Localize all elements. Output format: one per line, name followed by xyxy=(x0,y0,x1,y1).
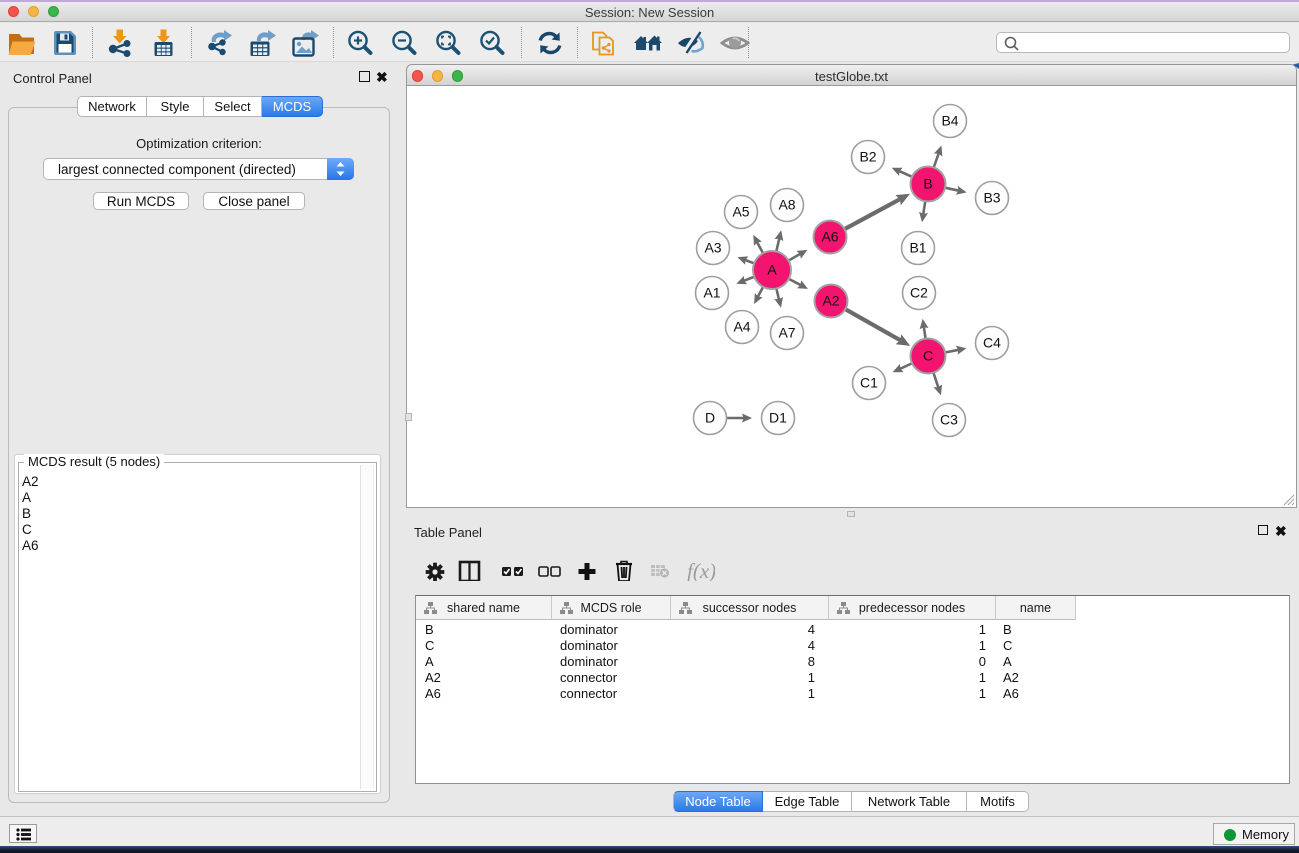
svg-text:A1: A1 xyxy=(703,285,720,301)
svg-text:A: A xyxy=(767,262,777,278)
svg-text:A2: A2 xyxy=(822,293,839,309)
svg-text:A5: A5 xyxy=(732,204,749,220)
svg-text:C1: C1 xyxy=(860,375,878,391)
svg-text:C3: C3 xyxy=(940,412,958,428)
svg-text:A6: A6 xyxy=(821,229,838,245)
svg-text:C2: C2 xyxy=(910,285,928,301)
svg-text:A8: A8 xyxy=(778,197,795,213)
svg-text:B4: B4 xyxy=(941,113,958,129)
svg-text:D: D xyxy=(705,410,715,426)
svg-text:C: C xyxy=(923,348,933,364)
svg-text:C4: C4 xyxy=(983,335,1001,351)
svg-text:B2: B2 xyxy=(859,149,876,165)
svg-text:A7: A7 xyxy=(778,325,795,341)
svg-text:D1: D1 xyxy=(769,410,787,426)
svg-text:f(x): f(x) xyxy=(687,559,715,581)
svg-text:B1: B1 xyxy=(909,240,926,256)
svg-text:A4: A4 xyxy=(733,319,750,335)
svg-text:B: B xyxy=(923,176,932,192)
svg-text:A3: A3 xyxy=(704,240,721,256)
svg-text:B3: B3 xyxy=(983,190,1000,206)
